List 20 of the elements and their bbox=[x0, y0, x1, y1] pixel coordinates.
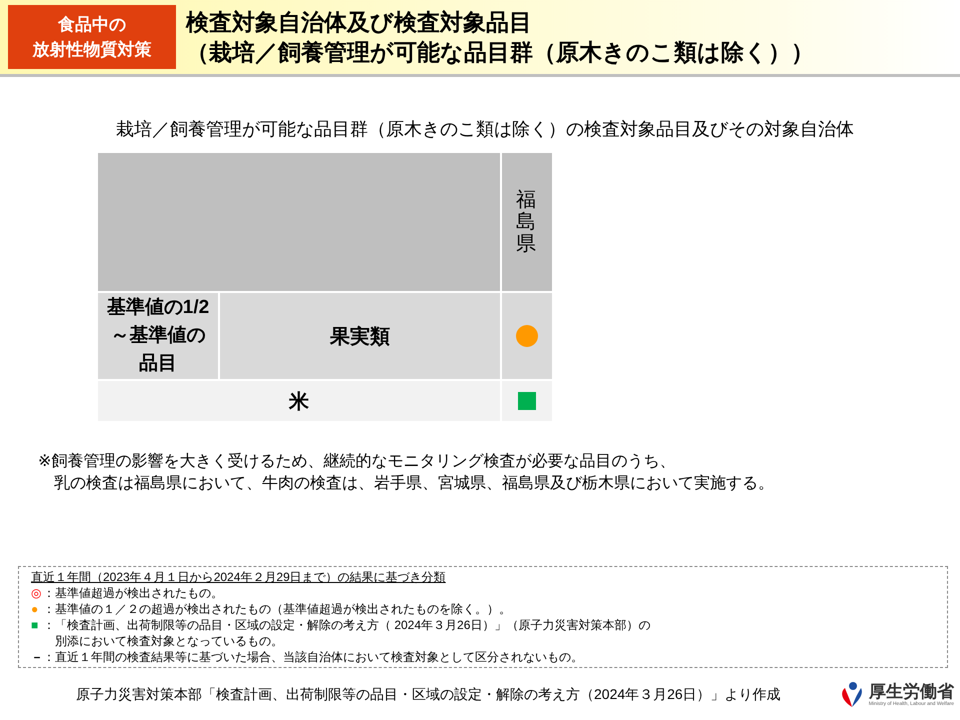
legend-text: ：直近１年間の検査結果等に基づいた場合、当該自治体において検査対象として区分されないもの。 bbox=[43, 649, 583, 665]
column-header: 福島県 bbox=[502, 153, 552, 291]
legend-symbol: ◎ bbox=[31, 585, 42, 601]
legend-text: ：基準値の１／２の超過が検出されたもの（基準値超過が検出されたものを除く。）。 bbox=[43, 601, 511, 617]
legend-text: ：基準値超過が検出されたもの。 bbox=[43, 585, 223, 601]
table-caption: 栽培／飼養管理が可能な品目群（原木きのこ類は除く）の検査対象品目及びその対象自治体 bbox=[116, 118, 855, 141]
legend-symbol: ● bbox=[31, 601, 40, 617]
topic-badge: 食品中の 放射性物質対策 bbox=[8, 5, 176, 69]
legend-heading: 直近１年間（2023年４月１日から2024年２月29日まで）の結果に基づき分類 bbox=[31, 569, 447, 585]
source-note: 原子力災害対策本部「検査計画、出荷制限等の品目・区域の設定・解除の考え方（2024年３月26日）」より作成 bbox=[76, 686, 781, 704]
legend-text: ：「検査計画、出荷制限等の品目・区域の設定・解除の考え方（ 2024年３月26日）」（原子力災害対策本部）の bbox=[43, 617, 650, 633]
legend-symbol: ■ bbox=[31, 617, 40, 633]
legend-text: 別添において検査対象となっているもの。 bbox=[54, 633, 284, 649]
legend-symbol: － bbox=[31, 649, 43, 665]
slide-title: 検査対象自治体及び検査対象品目 （栽培／飼養管理が可能な品目群（原木きのこ類は除く）） bbox=[186, 8, 814, 67]
row-header-cell: 果実類 bbox=[220, 293, 500, 379]
row-header-cell: 米 bbox=[98, 381, 500, 421]
row-group-cell: 基準値の1/2～基準値の品目 bbox=[98, 293, 218, 379]
footnote: ※飼養管理の影響を大きく受けるため、継続的なモニタリング検査が必要な品目のうち、 乳の検査は福島県において、牛肉の検査は、岩手県、宮城県、福島県及び栃木県において実施する。 bbox=[38, 452, 775, 494]
ministry-name: 厚生労働省 bbox=[868, 682, 954, 700]
